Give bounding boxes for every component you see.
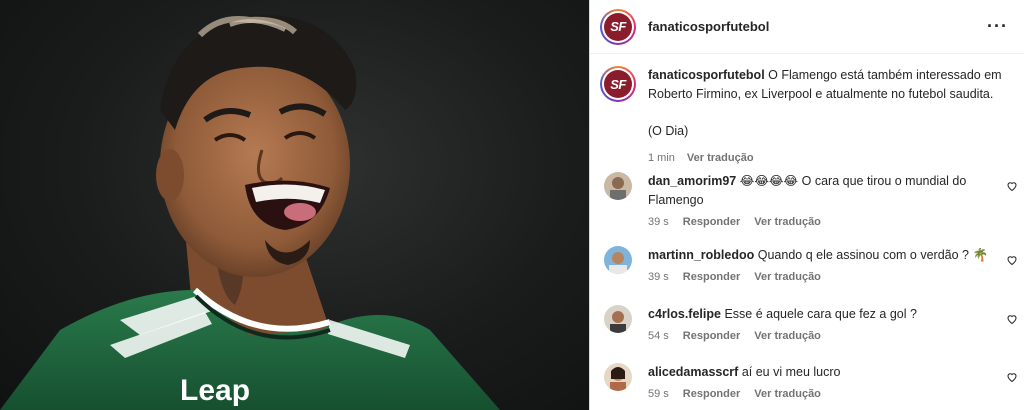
- comment-text: aí eu vi meu lucro: [741, 365, 841, 379]
- commenter-avatar[interactable]: [604, 246, 632, 274]
- comment-time: 39 s: [648, 216, 669, 228]
- comment-meta: 59 s Responder Ver tradução: [648, 385, 992, 404]
- reply-button[interactable]: Responder: [683, 213, 740, 232]
- comment-body: martinn_robledoo Quando q ele assinou co…: [648, 246, 1010, 287]
- caption-username[interactable]: fanaticosporfutebol: [648, 68, 765, 82]
- like-heart-icon[interactable]: [1006, 180, 1018, 192]
- reply-button[interactable]: Responder: [683, 268, 740, 287]
- comment-item: c4rlos.felipe Esse é aquele cara que fez…: [590, 305, 1024, 346]
- translate-button[interactable]: Ver tradução: [754, 213, 821, 232]
- reply-button[interactable]: Responder: [683, 385, 740, 404]
- post-caption: SF fanaticosporfutebol O Flamengo está t…: [590, 54, 1024, 168]
- comment-meta: 54 s Responder Ver tradução: [648, 327, 992, 346]
- caption-translate-button[interactable]: Ver tradução: [687, 149, 754, 168]
- translate-button[interactable]: Ver tradução: [754, 268, 821, 287]
- post-sidebar: SF fanaticosporfutebol ··· SF fanaticosp…: [589, 0, 1024, 410]
- commenter-avatar[interactable]: [604, 305, 632, 333]
- post-header: SF fanaticosporfutebol ···: [590, 0, 1024, 54]
- comment-username[interactable]: alicedamasscrf: [648, 365, 738, 379]
- comment-username[interactable]: dan_amorim97: [648, 174, 736, 188]
- like-heart-icon[interactable]: [1006, 313, 1018, 325]
- caption-body: fanaticosporfutebol O Flamengo está tamb…: [648, 66, 1010, 168]
- instagram-post-view: Leap SF fanaticosporfutebol ··· SF fanat…: [0, 0, 1024, 410]
- author-username[interactable]: fanaticosporfutebol: [648, 19, 983, 34]
- comment-time: 54 s: [648, 330, 669, 342]
- translate-button[interactable]: Ver tradução: [754, 385, 821, 404]
- more-options-icon[interactable]: ···: [983, 16, 1012, 37]
- comment-emojis: 😂😂😂😂: [739, 174, 799, 188]
- comment-username[interactable]: martinn_robledoo: [648, 248, 754, 262]
- comment-text: Quando q ele assinou com o verdão ? 🌴: [757, 248, 989, 262]
- comment-username[interactable]: c4rlos.felipe: [648, 307, 721, 321]
- caption-author-avatar[interactable]: SF: [600, 66, 636, 102]
- translate-button[interactable]: Ver tradução: [754, 327, 821, 346]
- jersey-brand-text: Leap: [180, 374, 250, 407]
- post-photo[interactable]: Leap: [0, 0, 589, 410]
- like-heart-icon[interactable]: [1006, 371, 1018, 383]
- caption-time: 1 min: [648, 152, 675, 164]
- commenter-avatar[interactable]: [604, 172, 632, 200]
- comment-body: alicedamasscrf aí eu vi meu lucro 59 s R…: [648, 363, 1010, 404]
- comment-body: c4rlos.felipe Esse é aquele cara que fez…: [648, 305, 1010, 346]
- reply-button[interactable]: Responder: [683, 327, 740, 346]
- comment-item: dan_amorim97 😂😂😂😂 O cara que tirou o mun…: [590, 172, 1024, 232]
- author-avatar[interactable]: SF: [600, 8, 636, 45]
- caption-source: (O Dia): [648, 124, 689, 138]
- comment-time: 59 s: [648, 388, 669, 400]
- comment-body: dan_amorim97 😂😂😂😂 O cara que tirou o mun…: [648, 172, 1010, 232]
- comment-meta: 39 s Responder Ver tradução: [648, 213, 992, 232]
- player-illustration: Leap: [0, 14, 500, 410]
- caption-meta: 1 min Ver tradução: [648, 149, 1010, 168]
- caption-avatar-logo: SF: [604, 70, 632, 98]
- author-avatar-logo: SF: [604, 12, 632, 41]
- like-heart-icon[interactable]: [1006, 254, 1018, 266]
- comment-meta: 39 s Responder Ver tradução: [648, 268, 992, 287]
- comment-item: alicedamasscrf aí eu vi meu lucro 59 s R…: [590, 363, 1024, 404]
- commenter-avatar[interactable]: [604, 363, 632, 391]
- comment-time: 39 s: [648, 271, 669, 283]
- comment-text: Esse é aquele cara que fez a gol ?: [724, 307, 917, 321]
- comment-item: martinn_robledoo Quando q ele assinou co…: [590, 246, 1024, 287]
